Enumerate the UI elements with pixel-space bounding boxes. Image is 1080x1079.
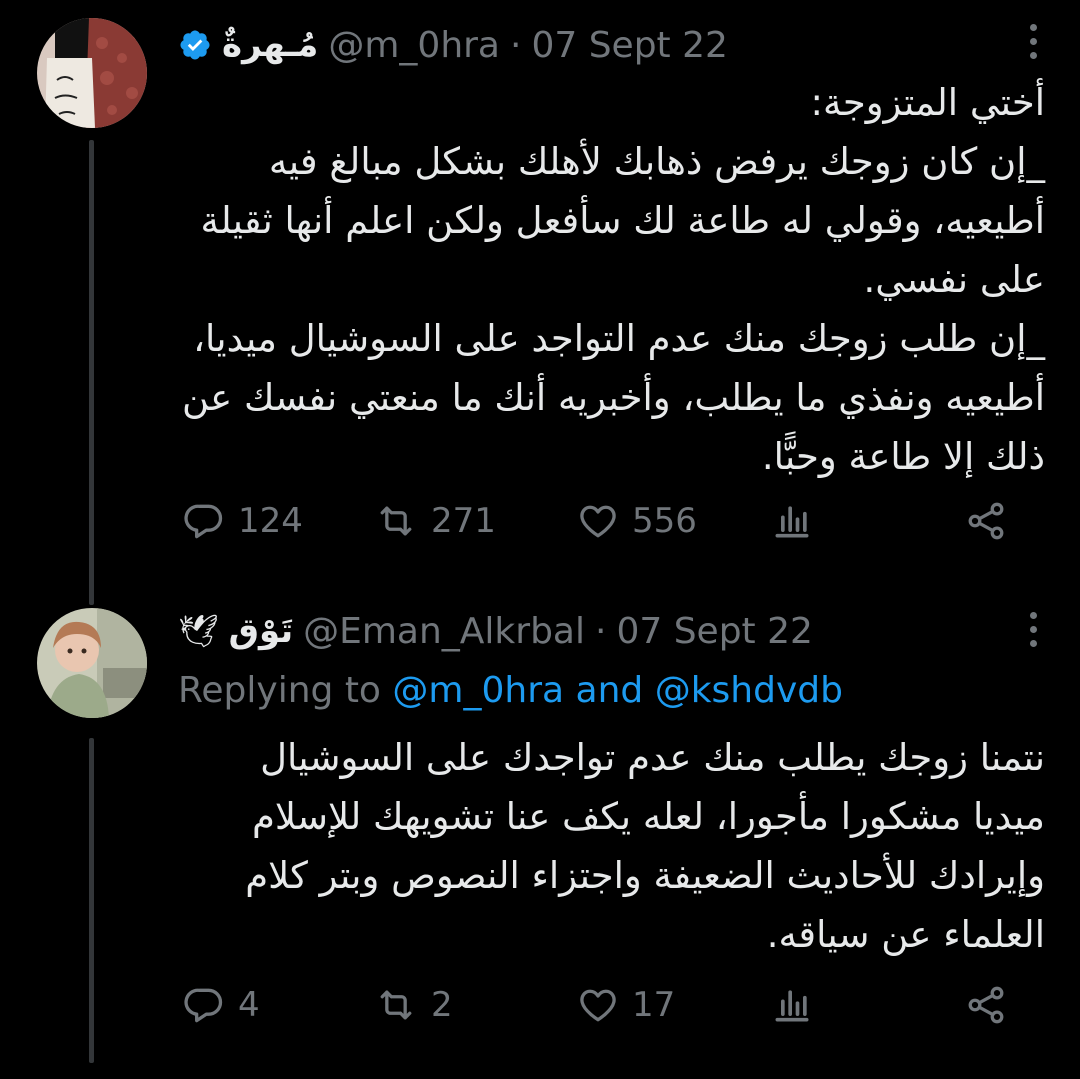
reply-icon (182, 499, 226, 543)
thread-line (89, 140, 94, 605)
retweet-button[interactable]: 2 (373, 980, 453, 1030)
reply-icon (182, 983, 226, 1027)
replying-to: Replying to @m_0hra and @kshdvdb (178, 670, 843, 711)
more-icon[interactable] (1026, 24, 1040, 59)
separator: · (510, 24, 522, 66)
more-icon[interactable] (1026, 612, 1040, 647)
separator: · (595, 610, 607, 652)
replying-handles-link[interactable]: @m_0hra and @kshdvdb (392, 670, 843, 711)
retweet-icon (373, 983, 419, 1027)
like-icon (576, 499, 620, 543)
handle[interactable]: @m_0hra (328, 25, 500, 66)
tweet-actions: 4 2 17 (178, 980, 1028, 1030)
tweet-header: 🕊 تَوْق @Eman_Alkrbal · 07 Sept 22 (178, 606, 813, 656)
replying-prefix: Replying to (178, 670, 381, 711)
display-name[interactable]: مُـهرةٌ (222, 25, 318, 65)
verified-badge-icon (178, 28, 212, 62)
reply-count: 4 (238, 985, 260, 1025)
share-icon (964, 499, 1008, 543)
retweet-count: 271 (431, 501, 496, 541)
share-button[interactable] (964, 496, 1008, 546)
like-icon (576, 983, 620, 1027)
views-button[interactable] (770, 980, 814, 1030)
tweet-header: مُـهرةٌ @m_0hra · 07 Sept 22 (178, 20, 728, 70)
views-icon (770, 983, 814, 1027)
retweet-button[interactable]: 271 (373, 496, 496, 546)
tweet-actions: 124 271 556 (178, 496, 1028, 546)
thread-line (89, 738, 94, 1063)
handle[interactable]: @Eman_Alkrbal (303, 611, 585, 652)
avatar[interactable] (37, 18, 147, 128)
reply-count: 124 (238, 501, 303, 541)
like-button[interactable]: 17 (576, 980, 675, 1030)
like-count: 556 (632, 501, 697, 541)
tweet-date[interactable]: 07 Sept 22 (531, 25, 727, 66)
display-name[interactable]: تَوْق (229, 611, 293, 651)
reply-button[interactable]: 124 (182, 496, 303, 546)
like-count: 17 (632, 985, 676, 1025)
share-button[interactable] (964, 980, 1008, 1030)
reply-button[interactable]: 4 (182, 980, 260, 1030)
avatar[interactable] (37, 608, 147, 718)
tweet-text: أختي المتزوجة: _إن كان زوجك يرفض ذهابك ل… (182, 81, 1045, 478)
like-button[interactable]: 556 (576, 496, 697, 546)
retweet-icon (373, 499, 419, 543)
dove-icon: 🕊 (178, 612, 219, 650)
share-icon (964, 983, 1008, 1027)
retweet-count: 2 (431, 985, 453, 1025)
tweet-date[interactable]: 07 Sept 22 (616, 611, 812, 652)
views-button[interactable] (770, 496, 814, 546)
tweet-text: نتمنا زوجك يطلب منك عدم تواجدك على السوش… (245, 736, 1045, 956)
views-icon (770, 499, 814, 543)
